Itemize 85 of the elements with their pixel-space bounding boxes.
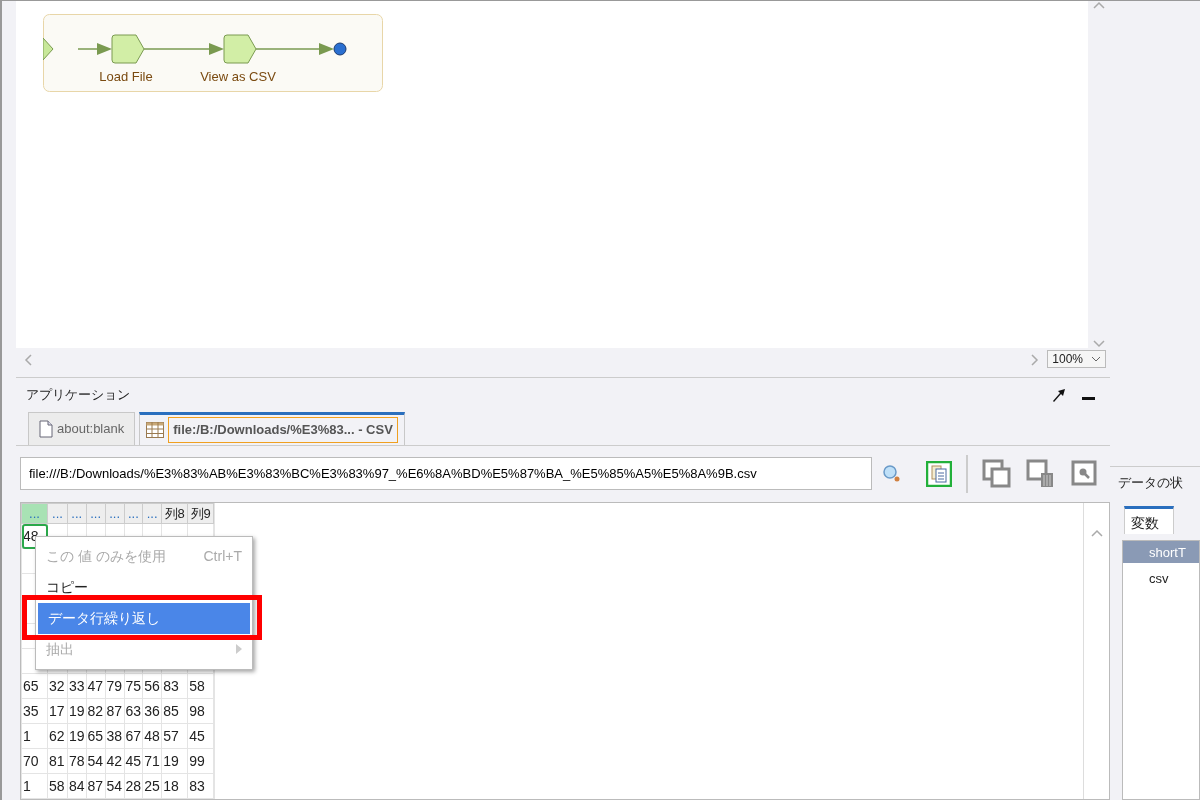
end-node: [333, 42, 347, 56]
column-header[interactable]: 列9: [187, 503, 214, 524]
connector-arrow: [77, 43, 112, 55]
table-cell: 78: [67, 748, 87, 774]
tab[interactable]: about:blank: [28, 412, 136, 446]
table-cell: 71: [142, 748, 162, 774]
node-label: Load File: [99, 69, 153, 84]
table-cell: 67: [124, 723, 143, 749]
table-cell: 85: [161, 698, 188, 724]
column-header: shortT: [1123, 541, 1199, 563]
table-cell: 83: [161, 673, 188, 699]
table-cell: 18: [161, 773, 188, 799]
table-cell-text: csv: [1148, 570, 1170, 588]
table-cell: 58: [187, 673, 214, 699]
table-cell: 83: [187, 773, 214, 799]
table-cell: 19: [67, 723, 87, 749]
table-cell: 48: [142, 723, 162, 749]
scroll-up-icon[interactable]: [1093, 1, 1105, 9]
tab[interactable]: 変数: [1124, 506, 1174, 534]
zoom-icon[interactable]: [1070, 458, 1100, 489]
table-cell: 35: [21, 698, 48, 724]
table-cell: 54: [105, 773, 125, 799]
start-node: [43, 37, 54, 61]
zoom-select[interactable]: 100%: [1047, 349, 1106, 368]
table-cell: 99: [187, 748, 214, 774]
column-header[interactable]: 列8: [161, 503, 188, 524]
column-header[interactable]: ...: [47, 503, 68, 524]
table-cell: 82: [86, 698, 106, 724]
table-cell: 98: [187, 698, 214, 724]
menu-item[interactable]: コピー: [36, 571, 252, 603]
table-cell: 38: [105, 723, 125, 749]
node-label: View as CSV: [200, 69, 276, 84]
table-cell: 56: [142, 673, 162, 699]
table-cell: 45: [124, 748, 143, 774]
table-cell: 65: [86, 723, 106, 749]
arrow-icon[interactable]: [1052, 387, 1066, 402]
table-cell: 87: [86, 773, 106, 799]
task-node: [111, 34, 145, 64]
column-header[interactable]: ...: [105, 503, 125, 524]
table-cell: 87: [105, 698, 125, 724]
scroll-up-icon[interactable]: [1090, 529, 1103, 538]
delete-icon[interactable]: [1026, 458, 1056, 489]
table-cell: 36: [142, 698, 162, 724]
search-icon[interactable]: [882, 463, 902, 484]
table-cell: 19: [161, 748, 188, 774]
table-cell: 81: [47, 748, 68, 774]
table-cell: 42: [105, 748, 125, 774]
scroll-left-icon[interactable]: [24, 353, 32, 366]
panel-title: アプリケーション: [26, 386, 130, 405]
scroll-down-icon[interactable]: [1093, 339, 1105, 348]
table-cell: 54: [86, 748, 106, 774]
document-icon[interactable]: [926, 460, 952, 487]
scroll-right-icon[interactable]: [1031, 353, 1040, 366]
table-cell: 70: [21, 748, 48, 774]
column-header[interactable]: ...: [142, 503, 162, 524]
table-cell: 65: [21, 673, 48, 699]
shortcut-text: Ctrl+T: [203, 546, 242, 566]
table-cell: 19: [67, 698, 87, 724]
windows-icon[interactable]: [982, 458, 1012, 489]
table-cell: 62: [47, 723, 68, 749]
table-cell: 47: [86, 673, 106, 699]
column-header[interactable]: ...: [21, 503, 48, 524]
panel-title: データの状: [1118, 473, 1184, 492]
table-cell: 28: [124, 773, 143, 799]
table-cell: 17: [47, 698, 68, 724]
menu-item[interactable]: データ行繰り返し: [38, 602, 250, 634]
page-icon: [39, 420, 53, 439]
table-cell: 63: [124, 698, 143, 724]
table-cell: 79: [105, 673, 125, 699]
tab[interactable]: file:/B:/Downloads/%E3%83... - CSV: [139, 412, 405, 446]
table-cell: 33: [67, 673, 87, 699]
table-icon: [146, 422, 165, 439]
table-cell: 25: [142, 773, 162, 799]
table-cell: 1: [21, 723, 48, 749]
table-cell: 1: [21, 773, 48, 799]
caret-icon: [1091, 355, 1101, 362]
table-cell: 57: [161, 723, 188, 749]
table-cell: 58: [47, 773, 68, 799]
table-cell: 32: [47, 673, 68, 699]
column-header[interactable]: ...: [86, 503, 106, 524]
table-cell: 45: [187, 723, 214, 749]
url-field[interactable]: file:///B:/Downloads/%E3%83%AB%E3%83%BC%E3%83%97_%E6%8A%BD%E5%87%BA_%E5%85%A5%E5%8A%9B.csv: [20, 457, 872, 491]
task-node: [223, 34, 257, 64]
table-cell: 75: [124, 673, 143, 699]
table-cell: 84: [67, 773, 87, 799]
